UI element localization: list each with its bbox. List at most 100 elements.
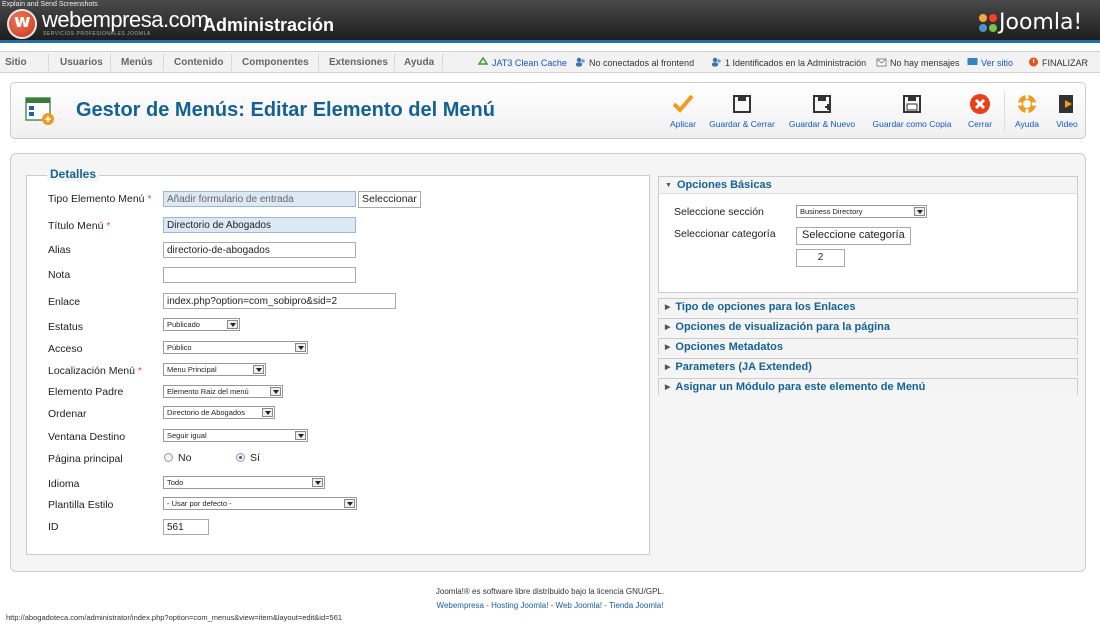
menu-item-type-label: Tipo Elemento Menú *	[48, 193, 152, 205]
pane-title-page-display: Opciones de visualización para la página	[675, 321, 890, 333]
access-value: Público	[167, 343, 192, 352]
lifebuoy-icon	[1018, 95, 1036, 113]
access-select[interactable]: Público	[163, 341, 308, 354]
admin-header: Explain and Send Screenshots webempresa.…	[0, 0, 1100, 43]
pane-header[interactable]: ▶ Opciones de visualización para la págin…	[659, 319, 1077, 336]
save-copy-button[interactable]: Guardar como Copia	[867, 93, 957, 129]
menu-divider	[110, 54, 111, 71]
menu-extensiones[interactable]: Extensiones	[329, 57, 388, 68]
logout-link[interactable]: FINALIZAR	[1042, 58, 1088, 68]
select-type-button[interactable]: Seleccionar	[358, 191, 421, 208]
chevron-down-icon	[227, 320, 238, 329]
menu-contenido[interactable]: Contenido	[174, 57, 223, 68]
admin-users-text: 1 Identificados en la Administración	[725, 58, 867, 68]
video-icon	[1059, 95, 1073, 113]
clean-cache-status[interactable]: JAT3 Clean Cache	[478, 57, 567, 68]
clean-cache-link[interactable]: JAT3 Clean Cache	[492, 58, 567, 68]
pane-header[interactable]: ▶ Parameters (JA Extended)	[659, 359, 1077, 376]
power-icon	[1029, 57, 1038, 67]
chevron-down-icon	[312, 478, 323, 487]
chevron-down-icon	[295, 431, 306, 440]
ordering-select[interactable]: Directorio de Abogados	[163, 406, 275, 419]
triangle-down-icon: ▼	[665, 182, 672, 189]
chevron-down-icon	[914, 207, 925, 216]
close-button[interactable]: Cerrar	[964, 93, 996, 129]
save-copy-icon	[903, 95, 921, 113]
messages-status[interactable]: No hay mensajes	[876, 57, 960, 68]
header-title: Administración	[203, 15, 335, 35]
chevron-down-icon	[253, 365, 264, 374]
triangle-right-icon: ▶	[665, 364, 671, 371]
language-label: Idioma	[48, 478, 80, 490]
menu-componentes[interactable]: Componentes	[242, 57, 309, 68]
menu-usuarios[interactable]: Usuarios	[60, 57, 103, 68]
home-radio-yes[interactable]	[236, 453, 245, 462]
parent-select[interactable]: Elemento Raiz del menú	[163, 385, 283, 398]
pane-title-metadata: Opciones Metadatos	[675, 341, 783, 353]
footer-links[interactable]: Webempresa - Hosting Joomla! - Web Jooml…	[0, 601, 1100, 610]
collapsed-pane[interactable]: ▶ Asignar un Módulo para este elemento de…	[658, 378, 1078, 396]
admin-users-status: 1 Identificados en la Administración	[711, 57, 866, 68]
home-radio-no-label[interactable]: No	[178, 452, 191, 464]
collapsed-pane[interactable]: ▶ Parameters (JA Extended)	[658, 358, 1078, 376]
view-site-link[interactable]: Ver sitio	[981, 58, 1013, 68]
apply-button[interactable]: Aplicar	[663, 93, 703, 129]
id-field: 561	[163, 519, 209, 535]
template-style-select[interactable]: - Usar por defecto -	[163, 497, 357, 510]
menu-ayuda[interactable]: Ayuda	[404, 57, 434, 68]
home-radio-yes-label[interactable]: Sí	[250, 452, 260, 464]
apply-label: Aplicar	[670, 119, 696, 129]
view-site-status[interactable]: Ver sitio	[967, 57, 1013, 68]
joomla-logo-icon	[979, 14, 997, 32]
home-label: Página principal	[48, 453, 123, 465]
brand-name[interactable]: webempresa.com	[42, 7, 209, 33]
chevron-down-icon	[295, 343, 306, 352]
menu-location-value: Menu Principal	[167, 365, 217, 374]
save-new-button[interactable]: Guardar & Nuevo	[786, 93, 858, 129]
collapsed-pane[interactable]: ▶ Tipo de opciones para los Enlaces	[658, 298, 1078, 316]
section-label: Seleccione sección	[674, 206, 764, 218]
video-button[interactable]: Video	[1051, 93, 1083, 129]
menu-location-label: Localización Menú *	[48, 365, 142, 377]
help-button[interactable]: Ayuda	[1009, 93, 1045, 129]
pane-header[interactable]: ▶ Tipo de opciones para los Enlaces	[659, 299, 1077, 316]
pane-title-link-options: Tipo de opciones para los Enlaces	[675, 301, 856, 313]
category-id-field: 2	[796, 249, 845, 267]
menu-title-label: Título Menú *	[48, 220, 111, 232]
save-close-button[interactable]: Guardar & Cerrar	[706, 93, 778, 129]
details-legend: Detalles	[47, 167, 100, 181]
collapsed-pane[interactable]: ▶ Opciones de visualización para la págin…	[658, 318, 1078, 336]
alias-label: Alias	[48, 244, 71, 256]
pane-title-ja-extended: Parameters (JA Extended)	[675, 361, 812, 373]
status-select[interactable]: Publicado	[163, 318, 240, 331]
note-input[interactable]	[163, 267, 356, 283]
access-label: Acceso	[48, 343, 83, 355]
target-window-value: Seguir igual	[167, 431, 207, 440]
target-window-select[interactable]: Seguir igual	[163, 429, 308, 442]
save-icon	[733, 95, 751, 113]
menu-location-select[interactable]: Menu Principal	[163, 363, 266, 376]
brand-subtitle: SERVICIOS PROFESIONALES JOOMLA	[43, 31, 151, 37]
menu-title-input[interactable]: Directorio de Abogados	[163, 217, 356, 233]
webempresa-logo-icon[interactable]	[7, 9, 37, 39]
pane-title-module-assign: Asignar un Módulo para este elemento de …	[675, 381, 926, 393]
section-select[interactable]: Business Directory	[796, 205, 927, 218]
page-title: Gestor de Menús: Editar Elemento del Men…	[76, 99, 495, 121]
basic-options-header[interactable]: ▼ Opciones Básicas	[659, 177, 1077, 194]
save-close-label: Guardar & Cerrar	[709, 119, 775, 129]
close-icon	[970, 94, 990, 114]
pane-header[interactable]: ▶ Asignar un Módulo para este elemento de…	[659, 379, 1077, 396]
select-category-button[interactable]: Seleccione categoría	[796, 227, 911, 245]
link-input[interactable]: index.php?option=com_sobipro&sid=2	[163, 293, 396, 309]
chevron-down-icon	[344, 499, 355, 508]
pane-header[interactable]: ▶ Opciones Metadatos	[659, 339, 1077, 356]
menu-menus[interactable]: Menús	[121, 57, 153, 68]
language-select[interactable]: Todo	[163, 476, 325, 489]
ordering-value: Directorio de Abogados	[167, 408, 245, 417]
collapsed-pane[interactable]: ▶ Opciones Metadatos	[658, 338, 1078, 356]
menu-sitio[interactable]: Sitio	[5, 57, 27, 68]
home-radio-no[interactable]	[164, 453, 173, 462]
logout-status[interactable]: FINALIZAR	[1028, 57, 1088, 68]
alias-input[interactable]: directorio-de-abogados	[163, 242, 356, 258]
save-copy-label: Guardar como Copia	[872, 119, 952, 129]
